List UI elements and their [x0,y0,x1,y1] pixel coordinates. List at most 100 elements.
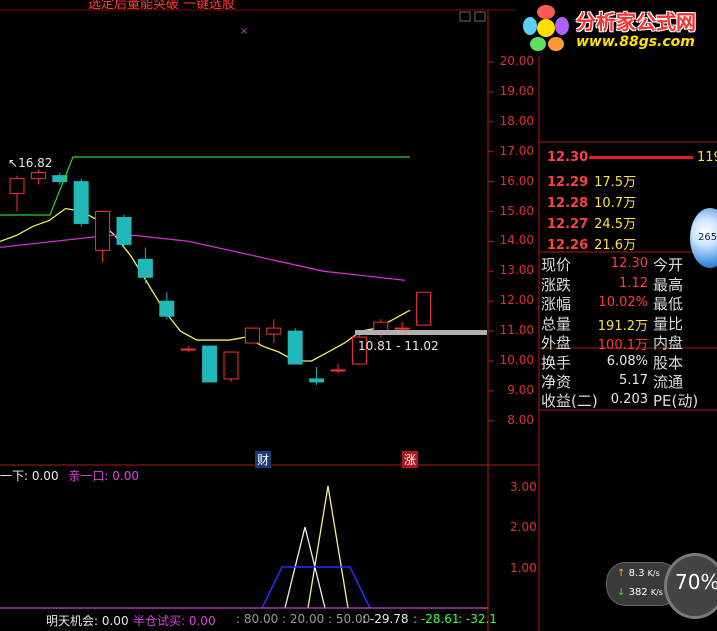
bottom-val-2: : -28.61 [413,612,460,626]
upload-unit: K/s [647,569,660,578]
quote-label-secondary: 最高 [653,276,684,294]
order-price: 12.29 [547,175,589,190]
upload-speed: ↑ 8.3 K/s [617,568,660,579]
quote-value: 12.30 [610,256,648,271]
candle-body [137,258,153,278]
window-close-icon[interactable] [474,11,486,22]
marker-icon: × [240,26,248,37]
price-tick-label: 13.00 [499,263,534,278]
candle-body [309,378,325,383]
indicator-legend: 一下: 0.00 亲一口: 0.00 [0,467,139,484]
position-test: 半仓试买: 0.00 [133,614,216,628]
price-tick-label: 15.00 [499,203,534,218]
candle-body [266,327,282,335]
cpu-gauge[interactable]: 70% [664,553,717,619]
indicator-peak-2 [307,485,349,609]
quote-value: 0.203 [610,392,648,407]
candle-body [287,330,303,365]
candle-body [159,300,175,317]
quote-label: 外盘 [541,334,572,352]
level-bar [355,330,487,335]
price-tick-label: 17.00 [499,143,534,158]
candle-body [330,369,346,372]
legend-item-1: 一下: 0.00 [0,469,59,483]
quote-label-secondary: 流通 [653,373,684,391]
quote-value: 191.2万 [597,319,648,334]
quote-label: 涨跌 [541,276,572,294]
candle-body [244,327,260,344]
quote-label: 涨幅 [541,295,572,313]
candle-body [394,327,410,330]
candle-body [95,211,111,251]
site-logo[interactable]: 分析家公式网 www.88gs.com [516,0,717,56]
logo-title: 分析家公式网 [576,10,696,34]
upload-arrow-icon: ↑ [617,568,626,579]
level-values: : 80.00 : 20.00 : 50.00 [236,612,371,626]
price-tick-label: 20.00 [499,54,534,68]
quote-label-secondary: 今开 [653,256,684,274]
tomorrow-chance: 明天机会: 0.00 [46,614,129,628]
price-tick-label: 8.00 [507,412,534,427]
window-restore-icon[interactable] [459,11,471,22]
order-price: 12.26 [547,238,589,253]
event-label-finance[interactable]: 财 [255,451,272,468]
quote-label-secondary: PE(动) [653,392,699,410]
candle-body [116,216,132,245]
candle-body [30,172,46,180]
legend-item-2: 亲一口: 0.00 [68,469,139,483]
order-price: 12.28 [547,196,589,211]
order-volume-bar [589,156,693,159]
bottom-val-3: : -32.1 [458,612,497,626]
bottom-val-1: : -29.78 [362,612,409,626]
logo-url: www.88gs.com [576,34,695,50]
price-tick-label: 11.00 [499,323,534,338]
price-tick-label: 18.00 [499,113,534,128]
event-label-rise[interactable]: 涨 [402,451,419,468]
quote-label-secondary: 量比 [653,315,684,333]
upload-value: 8.3 [628,568,645,579]
candle-body [373,321,389,332]
range-label: 10.81 - 11.02 [358,339,439,353]
order-book-row: 12.29 17.5万 [547,171,636,190]
order-volume: 21.6万 [594,238,637,253]
price-tick-label: 9.00 [507,382,534,397]
order-book-row: 12.27 24.5万 [547,213,636,232]
candle-body [9,178,25,195]
candle-body [180,348,196,351]
quote-label: 现价 [541,256,572,274]
quote-label-secondary: 股本 [653,354,684,372]
flower-logo-icon [523,5,569,51]
gauge-value: 70% [675,570,717,594]
orb-text: 265 [698,232,717,243]
high-label-value: 16.82 [18,156,53,170]
indicator-tick-3: 3.00 [510,480,537,494]
candle-body [73,181,89,224]
order-volume: 10.7万 [594,196,637,211]
quote-value: 100.1万 [597,338,648,353]
quote-label: 净资 [541,373,572,391]
indicator-tick-2: 2.00 [510,520,537,534]
quote-label-secondary: 最低 [653,295,684,313]
high-label: ↖16.82 [8,156,53,170]
price-tick-label: 16.00 [499,173,534,188]
price-tick-label: 14.00 [499,233,534,248]
download-unit: K/s [650,588,663,597]
quote-value: 10.02% [598,295,648,310]
download-value: 382 [628,587,648,598]
quote-value: 1.12 [619,276,648,291]
price-tick-label: 19.00 [499,83,534,98]
download-arrow-icon: ↓ [617,587,626,598]
candle-body [416,291,432,326]
order-book-row: 12.28 10.7万 [547,192,636,211]
quote-label: 总量 [541,315,572,333]
candle-body [223,351,239,380]
order-volume: 24.5万 [594,217,637,232]
quote-label-secondary: 内盘 [653,334,684,352]
price-tick-label: 12.00 [499,293,534,308]
indicator-tick-1: 1.00 [510,561,537,575]
order-volume: 17.5万 [594,175,637,190]
bottom-status-bar: 明天机会: 0.00 半仓试买: 0.00 : 80.00 : 20.00 : … [0,612,497,631]
quote-label: 换手 [541,354,572,372]
order-price: 12.27 [547,217,589,232]
order-price: 12.30 [547,150,589,165]
